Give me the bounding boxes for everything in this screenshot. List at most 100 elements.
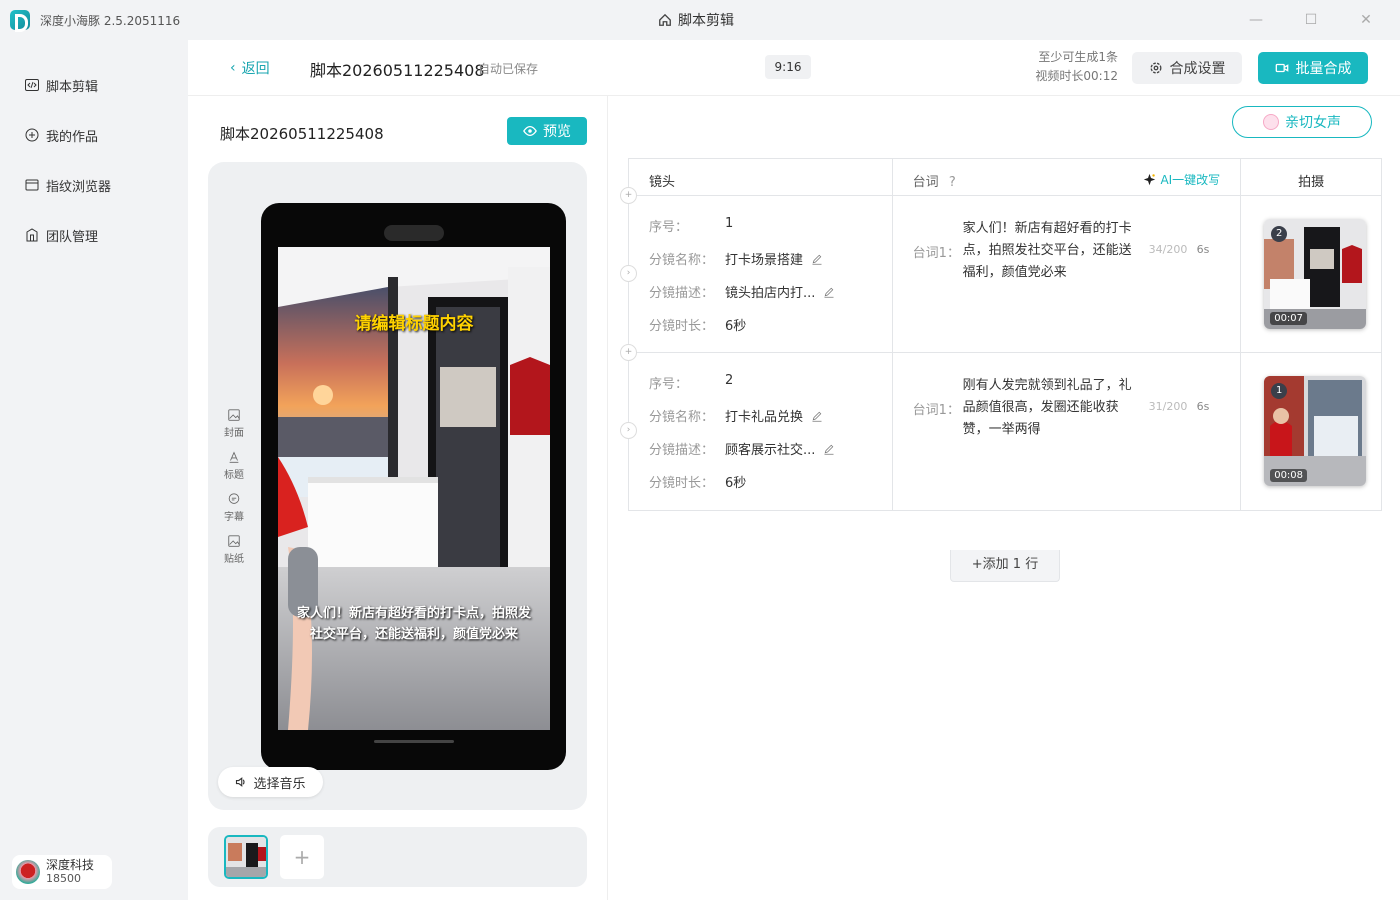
- char-count: 34/200: [1148, 243, 1188, 256]
- seq-label: 序号：: [649, 220, 689, 235]
- browser-icon: [25, 179, 39, 191]
- version-thumbnails: +: [208, 827, 587, 887]
- add-thumbnail-button[interactable]: +: [280, 835, 324, 879]
- sticker-icon: [228, 535, 240, 547]
- app-name: 深度小海豚 2.5.2051116: [40, 14, 181, 28]
- tool-cover[interactable]: 封面: [222, 408, 246, 450]
- dur-label: 分镜时长：: [649, 319, 715, 334]
- edit-pencil-icon[interactable]: [823, 443, 835, 455]
- edit-pencil-icon[interactable]: [811, 410, 823, 422]
- expand-node[interactable]: ›: [620, 422, 637, 439]
- table-row: + › 序号： 1 分镜名称： 打卡场景搭建 分镜描述： 镜头拍店内打... 分镜时长…: [620, 187, 1381, 353]
- sidebar-item-my-works[interactable]: 我的作品: [0, 110, 188, 160]
- team-icon: [26, 228, 38, 242]
- name-label: 分镜名称：: [649, 253, 715, 268]
- help-icon[interactable]: ?: [949, 175, 956, 190]
- shot-desc-value[interactable]: 镜头拍店内打...: [725, 282, 835, 301]
- video-preview[interactable]: 请编辑标题内容 家人们！新店有超好看的打卡点，拍照发社交平台，还能送福利，颜值党…: [278, 247, 550, 730]
- batch-label: 批量合成: [1295, 61, 1352, 77]
- synthesis-settings-button[interactable]: 合成设置: [1132, 52, 1242, 84]
- user-profile[interactable]: 深度科技 18500: [12, 855, 112, 889]
- sidebar-item-script-edit[interactable]: 脚本剪辑: [0, 60, 188, 110]
- phone-frame: 请编辑标题内容 家人们！新店有超好看的打卡点，拍照发社交平台，还能送福利，颜值党…: [261, 203, 566, 770]
- line-duration: 6s: [1196, 243, 1210, 256]
- window-title-text: 脚本剪辑: [678, 13, 734, 29]
- shot-thumbnail[interactable]: 1 00:08: [1264, 376, 1367, 486]
- home-icon: [659, 13, 671, 26]
- video-title-overlay[interactable]: 请编辑标题内容: [278, 309, 550, 334]
- ai-rewrite-button[interactable]: AI一键改写: [1143, 171, 1220, 188]
- sidebar: 脚本剪辑 我的作品 指纹浏览器 团队管理: [0, 60, 188, 260]
- sidebar-item-team[interactable]: 团队管理: [0, 210, 188, 260]
- eye-icon: [523, 125, 537, 137]
- speaker-icon: [236, 777, 246, 787]
- thumbnail-image: [226, 837, 266, 877]
- shot-thumbnail[interactable]: 2 00:07: [1264, 219, 1367, 329]
- shot-desc-value[interactable]: 顾客展示社交...: [725, 439, 835, 458]
- line-text[interactable]: 刚有人发完就领到礼品了，礼品颜值很高，发圈还能收获赞，一举两得: [963, 375, 1143, 441]
- video-length-text: 视频时长00:12: [1035, 69, 1118, 83]
- table-header: 镜头 台词 ? AI一键改写 拍摄: [629, 159, 1381, 196]
- shot-name-value[interactable]: 打卡场景搭建: [725, 249, 823, 268]
- line-cell: 台词1： 家人们！新店有超好看的打卡点，拍照发社交平台，还能送福利，颜值党必来 …: [893, 196, 1242, 352]
- select-music-button[interactable]: 选择音乐: [218, 767, 323, 797]
- shot-duration-value[interactable]: 6秒: [725, 315, 746, 334]
- line-label: 台词1：: [912, 246, 960, 261]
- gallery-icon: [25, 128, 39, 142]
- tool-title[interactable]: 标题: [222, 450, 246, 492]
- shot-name-value[interactable]: 打卡礼品兑换: [725, 406, 823, 425]
- preview-stage: 封面 标题 字幕 贴纸 请编辑标题内容 家人们！新店有超好看的打卡点，拍照发社交…: [208, 162, 587, 810]
- back-button[interactable]: ‹ 返回: [230, 58, 270, 78]
- batch-synthesis-button[interactable]: 批量合成: [1258, 52, 1368, 84]
- close-button[interactable]: ✕: [1358, 12, 1374, 28]
- shot-desc-text: 顾客展示社交...: [725, 443, 816, 458]
- min-generation-text: 至少可生成1条: [1038, 50, 1118, 64]
- chevron-left-icon: ‹: [230, 60, 236, 76]
- line-duration: 6s: [1196, 400, 1210, 413]
- video-subtitle-overlay[interactable]: 家人们！新店有超好看的打卡点，拍照发社交平台，还能送福利，颜值党必来: [296, 603, 532, 645]
- thumbnail-selected[interactable]: [224, 835, 268, 879]
- header-line-label: 台词: [912, 175, 939, 190]
- music-label: 选择音乐: [253, 776, 306, 792]
- line-text[interactable]: 家人们！新店有超好看的打卡点，拍照发社交平台，还能送福利，颜值党必来: [963, 218, 1143, 284]
- voice-select-button[interactable]: 亲切女声: [1232, 106, 1372, 138]
- edit-pencil-icon[interactable]: [823, 286, 835, 298]
- ai-rewrite-label: AI一键改写: [1160, 173, 1221, 187]
- voice-label: 亲切女声: [1285, 115, 1341, 131]
- maximize-button[interactable]: ☐: [1303, 12, 1319, 28]
- preview-button[interactable]: 预览: [507, 117, 587, 145]
- preview-panel: 脚本20260511225408 预览 封面 标题 字幕 贴纸 请编辑标题内容 …: [188, 96, 608, 900]
- title-bar: 深度小海豚 2.5.2051116 脚本剪辑 — ☐ ✕: [0, 0, 1400, 40]
- preview-label: 预览: [543, 124, 571, 140]
- user-name: 深度科技: [46, 858, 95, 872]
- script-title[interactable]: 脚本20260511225408: [310, 57, 485, 81]
- insert-row-node[interactable]: +: [620, 187, 637, 204]
- char-count: 31/200: [1148, 400, 1188, 413]
- add-row-button[interactable]: +添加 1 行: [950, 550, 1060, 582]
- sidebar-item-browser[interactable]: 指纹浏览器: [0, 160, 188, 210]
- tool-subtitle[interactable]: 字幕: [222, 492, 246, 534]
- shot-cell: 序号： 1 分镜名称： 打卡场景搭建 分镜描述： 镜头拍店内打... 分镜时长： 6秒: [629, 196, 893, 352]
- insert-row-node[interactable]: +: [620, 344, 637, 361]
- shot-duration-badge: 00:08: [1270, 469, 1308, 482]
- desc-label: 分镜描述：: [649, 286, 715, 301]
- edit-pencil-icon[interactable]: [811, 253, 823, 265]
- table-row: + › 序号： 2 分镜名称： 打卡礼品兑换 分镜描述： 顾客展示社交... 分镜时长…: [620, 344, 1381, 510]
- minimize-button[interactable]: —: [1248, 12, 1264, 28]
- sidebar-item-label: 指纹浏览器: [46, 179, 112, 195]
- aspect-ratio-selector[interactable]: 9:16: [765, 55, 811, 79]
- expand-node[interactable]: ›: [620, 265, 637, 282]
- sidebar-item-label: 团队管理: [46, 229, 99, 245]
- line-label: 台词1：: [912, 403, 960, 418]
- edit-tools: 封面 标题 字幕 贴纸: [222, 408, 246, 576]
- chat-bubble-icon: [228, 493, 240, 504]
- autosave-status: 自动已保存: [478, 62, 539, 76]
- storyboard-table: 镜头 台词 ? AI一键改写 拍摄 + › 序号： 1 分镜名称： 打卡场景搭建: [620, 158, 1382, 511]
- desc-label: 分镜描述：: [649, 443, 715, 458]
- shot-duration-value[interactable]: 6秒: [725, 472, 746, 491]
- tool-label: 贴纸: [224, 554, 244, 565]
- sidebar-item-label: 脚本剪辑: [46, 79, 99, 95]
- sidebar-item-label: 我的作品: [46, 129, 99, 145]
- tool-sticker[interactable]: 贴纸: [222, 534, 246, 576]
- app-logo: [10, 10, 30, 32]
